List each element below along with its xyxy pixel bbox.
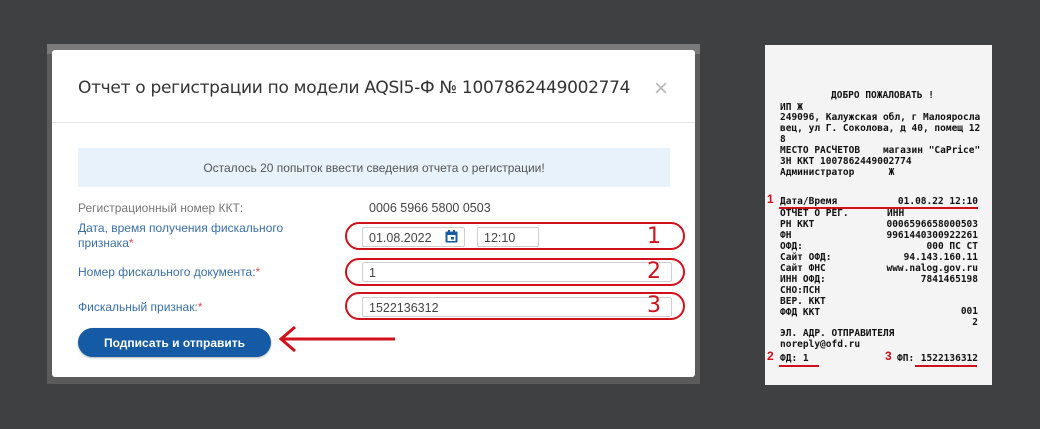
- receipt-email: noreply@ofd.ru: [780, 339, 861, 350]
- fiscal-sign-label: Фискальный признак:*: [78, 300, 203, 314]
- receipt-row-key: ФФД ККТ: [780, 307, 821, 318]
- receipt-fd: ФД: 1: [780, 353, 809, 364]
- reg-number-label: Регистрационный номер ККТ:: [78, 201, 244, 215]
- receipt-fp-key: ФП:: [897, 353, 915, 364]
- receipt-underline-3: [915, 365, 977, 367]
- receipt-row-value: 7841465198: [920, 274, 978, 285]
- sign-and-send-button[interactable]: Подписать и отправить: [78, 328, 271, 357]
- required-mark: *: [197, 300, 203, 314]
- receipt-marker-2: 2: [767, 349, 774, 363]
- modal-title: Отчет о регистрации по модели AQSI5-Ф № …: [78, 78, 631, 98]
- required-mark: *: [128, 236, 134, 250]
- receipt-photo: ДОБРО ПОЖАЛОВАТЬ ! ИП Ж 249096, Калужска…: [765, 45, 992, 385]
- doc-number-label: Номер фискального документа:*: [78, 265, 260, 279]
- annotation-number-2: 2: [647, 259, 661, 284]
- receipt-line: вец, ул Г. Соколова, д 40, помещ 12: [780, 123, 981, 134]
- receipt-marker-3: 3: [885, 349, 892, 363]
- receipt-row-value: 2: [972, 317, 978, 328]
- receipt-underline-2: [779, 365, 819, 367]
- doc-number-label-text: Номер фискального документа:: [78, 265, 256, 279]
- receipt-marker-1: 1: [767, 192, 774, 206]
- arrow-icon: [278, 325, 395, 353]
- attempts-notice-text: Осталось 20 попыток ввести сведения отче…: [203, 160, 545, 175]
- annotation-number-3: 3: [647, 293, 661, 318]
- modal-screenshot: Отчет о регистрации по модели AQSI5-Ф № …: [47, 44, 700, 384]
- reg-number-value: 0006 5966 5800 0503: [369, 201, 491, 215]
- annotation-oval-3: [345, 292, 685, 320]
- date-label: Дата, время получения фискального призна…: [78, 221, 308, 251]
- required-mark: *: [255, 265, 261, 279]
- receipt-line: Администратор Ж: [780, 167, 895, 178]
- annotation-oval-1: [345, 222, 685, 250]
- close-icon[interactable]: ×: [648, 76, 674, 102]
- receipt-welcome: ДОБРО ПОЖАЛОВАТЬ !: [831, 90, 934, 101]
- receipt-fp-value: 1522136312: [920, 353, 978, 364]
- header-divider: [52, 122, 695, 123]
- fiscal-sign-label-text: Фискальный признак:: [78, 300, 198, 314]
- annotation-oval-2: [345, 258, 685, 286]
- attempts-notice: Осталось 20 попыток ввести сведения отче…: [78, 148, 670, 187]
- annotation-number-1: 1: [647, 224, 661, 249]
- date-label-text: Дата, время получения фискального призна…: [78, 221, 284, 250]
